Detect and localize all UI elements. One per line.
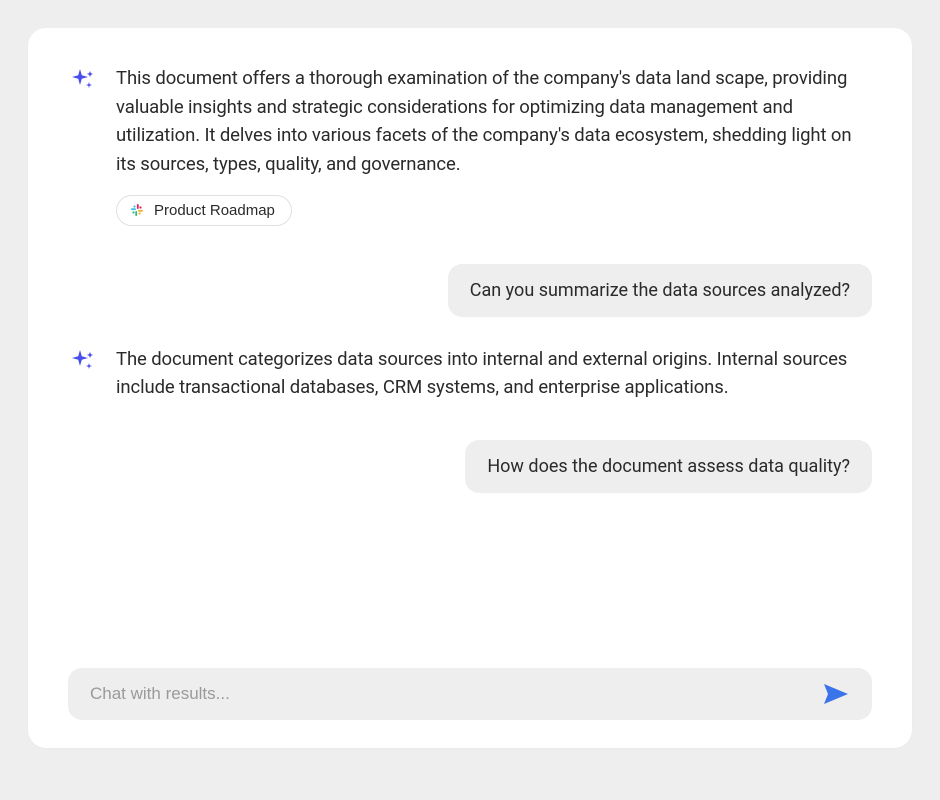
user-message-bubble: How does the document assess data qualit… xyxy=(465,440,872,493)
ai-message-content: The document categorizes data sources in… xyxy=(116,345,872,402)
ai-message: This document offers a thorough examinat… xyxy=(68,64,872,226)
messages-list: This document offers a thorough examinat… xyxy=(68,64,872,648)
chat-input-bar xyxy=(68,668,872,720)
user-message-row: How does the document assess data qualit… xyxy=(68,440,872,493)
user-message-row: Can you summarize the data sources analy… xyxy=(68,264,872,317)
chat-input[interactable] xyxy=(90,684,806,704)
sparkle-icon xyxy=(68,66,98,96)
chat-card: This document offers a thorough examinat… xyxy=(28,28,912,748)
sparkle-icon xyxy=(68,347,98,377)
ai-message: The document categorizes data sources in… xyxy=(68,345,872,402)
send-icon xyxy=(822,682,850,706)
send-button[interactable] xyxy=(822,682,850,706)
source-chip-row: Product Roadmap xyxy=(116,195,872,226)
source-chip-label: Product Roadmap xyxy=(154,202,275,219)
source-chip[interactable]: Product Roadmap xyxy=(116,195,292,226)
ai-message-text: This document offers a thorough examinat… xyxy=(116,64,872,179)
ai-message-text: The document categorizes data sources in… xyxy=(116,345,872,402)
slack-icon xyxy=(129,202,145,218)
user-message-bubble: Can you summarize the data sources analy… xyxy=(448,264,872,317)
ai-message-content: This document offers a thorough examinat… xyxy=(116,64,872,226)
